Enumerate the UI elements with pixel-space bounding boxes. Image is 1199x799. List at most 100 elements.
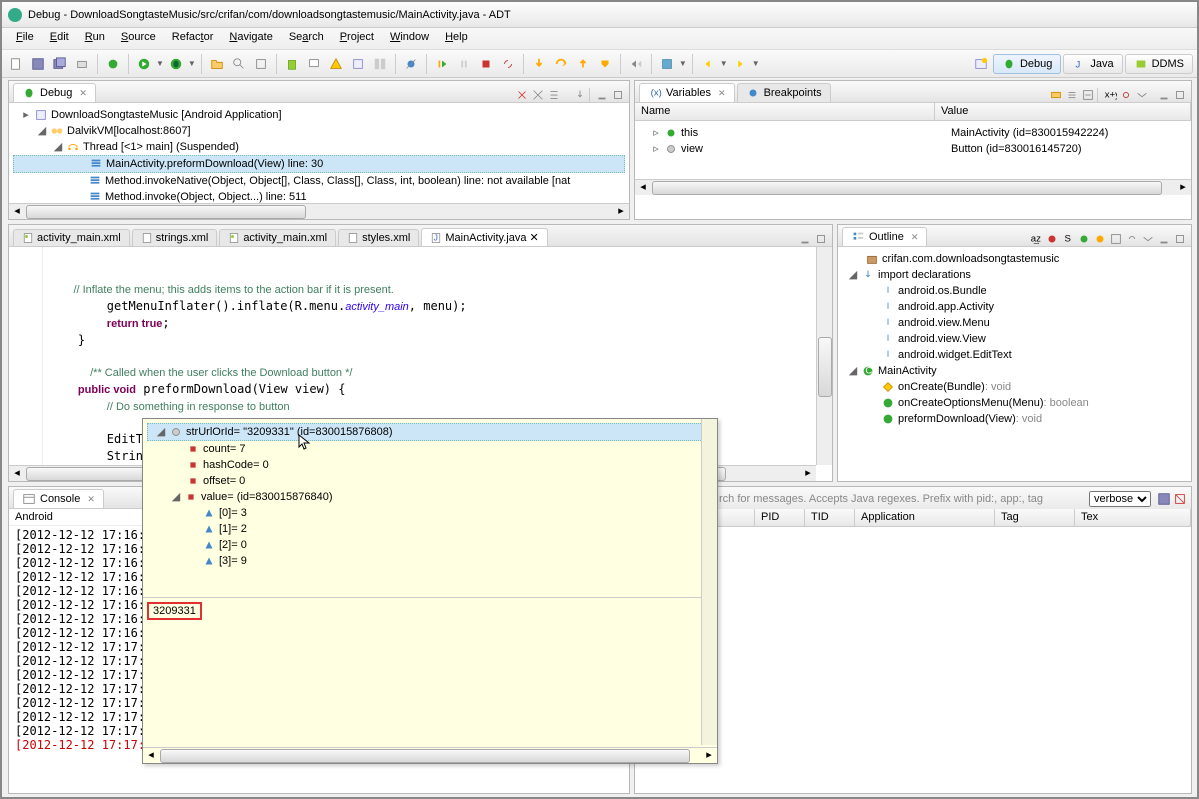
debug-frame-1[interactable]: Method.invokeNative(Object, Object[], Cl… [13, 173, 625, 189]
add-watch-btn[interactable]: x+y [1103, 88, 1117, 102]
debug-launch-row[interactable]: ▸DownloadSongtasteMusic [Android Applica… [13, 107, 625, 123]
col-app[interactable]: Application [855, 509, 995, 526]
show-type-btn[interactable] [1049, 88, 1063, 102]
outline-import-4[interactable]: android.widget.EditText [842, 347, 1187, 363]
collapse-all-btn[interactable] [1081, 88, 1095, 102]
hover-value[interactable]: ◢value= (id=830015876840) [147, 489, 713, 505]
save-btn[interactable] [28, 54, 48, 74]
step-into-btn[interactable] [529, 54, 549, 74]
wizard-btn[interactable] [348, 54, 368, 74]
close-icon[interactable]: ✕ [908, 232, 919, 243]
col-text[interactable]: Tex [1075, 509, 1191, 526]
outline-class[interactable]: ◢CMainActivity [842, 363, 1187, 379]
close-icon[interactable]: ✕ [715, 88, 726, 99]
maximize-btn[interactable] [1173, 88, 1187, 102]
outline-import-0[interactable]: android.os.Bundle [842, 283, 1187, 299]
outline-package[interactable]: crifan.com.downloadsongtastemusic [842, 251, 1187, 267]
editor-tab-3[interactable]: styles.xml [338, 229, 419, 246]
toggle-btn[interactable] [251, 54, 271, 74]
new-btn[interactable] [6, 54, 26, 74]
menu-refactor[interactable]: Refactor [164, 28, 222, 49]
var-view[interactable]: ▹viewButton (id=830016145720) [639, 141, 1187, 157]
hover-arr-2[interactable]: [2]= 0 [147, 537, 713, 553]
suspend-btn[interactable] [454, 54, 474, 74]
maximize-btn[interactable] [611, 88, 625, 102]
debug-menu-btn[interactable] [547, 88, 561, 102]
outline-method-0[interactable]: onCreate(Bundle): void [842, 379, 1187, 395]
menu-search[interactable]: Search [281, 28, 332, 49]
open-btn[interactable] [207, 54, 227, 74]
close-icon[interactable]: ✕ [529, 231, 538, 244]
android-sdk-btn[interactable] [282, 54, 302, 74]
terminate-btn[interactable] [476, 54, 496, 74]
outline-import-2[interactable]: android.view.Menu [842, 315, 1187, 331]
hide-local-btn[interactable] [1093, 232, 1107, 246]
editor-tab-1[interactable]: strings.xml [132, 229, 218, 246]
menu-window[interactable]: Window [382, 28, 437, 49]
step-into-mini[interactable] [573, 88, 587, 102]
resume-btn[interactable] [432, 54, 452, 74]
editor-vscroll[interactable] [816, 247, 832, 465]
hover-root[interactable]: ◢strUrlOrId= "3209331" (id=830015876808) [147, 423, 713, 441]
perspective-java[interactable]: J Java [1063, 54, 1122, 74]
avd-btn[interactable] [304, 54, 324, 74]
maximize-btn[interactable] [1173, 232, 1187, 246]
menu-help[interactable]: Help [437, 28, 476, 49]
lint-btn[interactable] [326, 54, 346, 74]
menu-run[interactable]: Run [77, 28, 113, 49]
outline-method-2[interactable]: preformDownload(View): void [842, 411, 1187, 427]
outline-imports[interactable]: ◢import declarations [842, 267, 1187, 283]
focus-btn[interactable] [1109, 232, 1123, 246]
hover-hash[interactable]: hashCode= 0 [147, 457, 713, 473]
menu-source[interactable]: Source [113, 28, 164, 49]
col-value[interactable]: Value [935, 103, 1191, 120]
link-btn[interactable] [1125, 232, 1139, 246]
step-return-btn[interactable] [573, 54, 593, 74]
outline-method-1[interactable]: onCreateOptionsMenu(Menu): boolean [842, 395, 1187, 411]
outline-tab[interactable]: Outline ✕ [842, 227, 927, 246]
col-pid[interactable]: PID [755, 509, 805, 526]
remove-launch-btn[interactable] [515, 88, 529, 102]
hide-static-btn[interactable]: S [1061, 232, 1075, 246]
layout-btn[interactable] [370, 54, 390, 74]
pin-btn[interactable] [1119, 88, 1133, 102]
debug-btn[interactable] [103, 54, 123, 74]
close-icon[interactable]: ✕ [76, 88, 87, 99]
close-icon[interactable]: ✕ [84, 494, 95, 505]
remove-all-btn[interactable] [531, 88, 545, 102]
hide-fields-btn[interactable] [1045, 232, 1059, 246]
sort-btn[interactable]: a͢z [1029, 232, 1043, 246]
fwd-btn[interactable] [730, 54, 750, 74]
minimize-btn[interactable] [1157, 232, 1171, 246]
col-tid[interactable]: TID [805, 509, 855, 526]
run-btn[interactable] [134, 54, 154, 74]
debug-as-btn[interactable] [166, 54, 186, 74]
skip-breakpoints-btn[interactable] [401, 54, 421, 74]
hover-arr-3[interactable]: [3]= 9 [147, 553, 713, 569]
debug-frame-0[interactable]: MainActivity.preformDownload(View) line:… [13, 155, 625, 173]
debug-thread-row[interactable]: ◢Thread [<1> main] (Suspended) [13, 139, 625, 155]
hide-nonpublic-btn[interactable] [1077, 232, 1091, 246]
open-perspective-btn[interactable] [971, 54, 991, 74]
saveall-btn[interactable] [50, 54, 70, 74]
editor-tab-0[interactable]: activity_main.xml [13, 229, 130, 246]
minimize-editor-btn[interactable] [798, 232, 812, 246]
hover-arr-1[interactable]: [1]= 2 [147, 521, 713, 537]
save-log-btn[interactable] [1157, 492, 1171, 506]
back-btn[interactable] [698, 54, 718, 74]
clear-log-btn[interactable] [1173, 492, 1187, 506]
var-this[interactable]: ▹thisMainActivity (id=830015942224) [639, 125, 1187, 141]
hover-offset[interactable]: offset= 0 [147, 473, 713, 489]
nav-btn[interactable] [657, 54, 677, 74]
outline-import-1[interactable]: android.app.Activity [842, 299, 1187, 315]
step-over-btn[interactable] [551, 54, 571, 74]
hover-arr-0[interactable]: [0]= 3 [147, 505, 713, 521]
hover-count[interactable]: count= 7 [147, 441, 713, 457]
verbose-select[interactable]: verbose [1089, 491, 1151, 507]
menu-file[interactable]: File [8, 28, 42, 49]
col-name[interactable]: Name [635, 103, 935, 120]
search-btn[interactable] [229, 54, 249, 74]
menu-navigate[interactable]: Navigate [221, 28, 280, 49]
print-btn[interactable] [72, 54, 92, 74]
menu-btn[interactable] [1135, 88, 1149, 102]
